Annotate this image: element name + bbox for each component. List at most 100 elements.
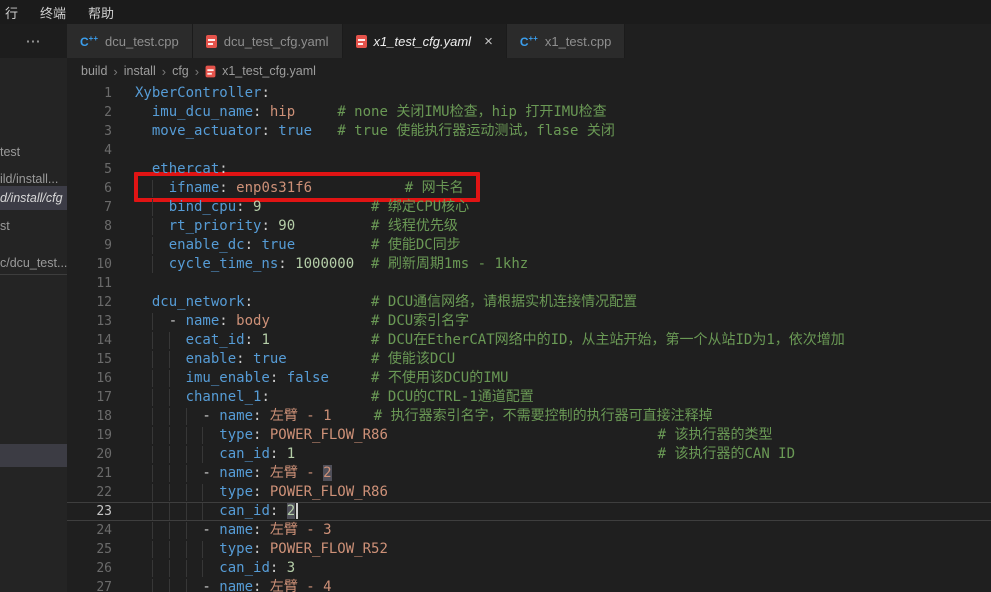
code-line-5[interactable]: 5 ethercat:: [67, 160, 991, 179]
code-text: - name: 左臂 - 1 # 执行器索引名字，不需要控制的执行器可直接注释掉: [127, 408, 713, 425]
indent-guide: [152, 218, 153, 235]
line-number: 16: [67, 370, 127, 387]
tab-dcu_test.cpp[interactable]: C++dcu_test.cpp: [67, 24, 193, 58]
indent-guide: [152, 560, 153, 577]
indent-guide: [152, 256, 153, 273]
side-panel-item[interactable]: st: [0, 218, 67, 234]
tab-x1_test_cfg.yaml[interactable]: x1_test_cfg.yaml×: [343, 24, 507, 58]
tab-dcu_test_cfg.yaml[interactable]: dcu_test_cfg.yaml: [193, 24, 343, 58]
side-panel-item[interactable]: ild/install...: [0, 171, 67, 187]
yaml-file-icon: [356, 35, 367, 48]
code-text: imu_dcu_name: hip # none 关闭IMU检查，hip 打开I…: [127, 104, 607, 121]
line-number: 12: [67, 294, 127, 311]
indent-guide: [169, 408, 170, 425]
menu-bar: 行 终端 帮助: [0, 0, 991, 24]
code-line-8[interactable]: 8 rt_priority: 90 # 线程优先级: [67, 217, 991, 236]
tab-overflow-button[interactable]: ⋯: [26, 32, 42, 50]
code-line-12[interactable]: 12 dcu_network: # DCU通信网络，请根据实机连接情况配置: [67, 293, 991, 312]
code-text: enable: true # 使能该DCU: [127, 351, 455, 368]
code-text: move_actuator: true # true 使能执行器运动测试，fla…: [127, 123, 615, 140]
code-line-19[interactable]: 19 type: POWER_FLOW_R86 # 该执行器的类型: [67, 426, 991, 445]
line-number: 10: [67, 256, 127, 273]
indent-guide: [186, 503, 187, 520]
tab-bar: C++dcu_test.cppdcu_test_cfg.yamlx1_test_…: [67, 24, 991, 58]
indent-guide: [152, 370, 153, 387]
menu-item-帮助[interactable]: 帮助: [88, 3, 114, 22]
code-editor[interactable]: 1XyberController:2 imu_dcu_name: hip # n…: [67, 84, 991, 592]
breadcrumb-item-file[interactable]: x1_test_cfg.yaml: [222, 64, 316, 78]
tab-label: dcu_test.cpp: [105, 34, 179, 49]
indent-guide: [186, 522, 187, 539]
code-line-13[interactable]: 13 - name: body # DCU索引名字: [67, 312, 991, 331]
side-panel-item[interactable]: test: [0, 144, 67, 160]
indent-guide: [169, 522, 170, 539]
line-number: 23: [67, 503, 127, 520]
code-line-7[interactable]: 7 bind_cpu: 9 # 绑定CPU核心: [67, 198, 991, 217]
line-number: 24: [67, 522, 127, 539]
code-line-9[interactable]: 9 enable_dc: true # 使能DC同步: [67, 236, 991, 255]
code-text: dcu_network: # DCU通信网络，请根据实机连接情况配置: [127, 294, 637, 311]
indent-guide: [202, 484, 203, 501]
code-line-18[interactable]: 18 - name: 左臂 - 1 # 执行器索引名字，不需要控制的执行器可直接…: [67, 407, 991, 426]
code-line-2[interactable]: 2 imu_dcu_name: hip # none 关闭IMU检查，hip 打…: [67, 103, 991, 122]
line-number: 22: [67, 484, 127, 501]
code-line-25[interactable]: 25 type: POWER_FLOW_R52: [67, 540, 991, 559]
indent-guide: [152, 237, 153, 254]
code-text: - name: 左臂 - 3: [127, 522, 332, 539]
indent-guide: [169, 446, 170, 463]
line-number: 7: [67, 199, 127, 216]
indent-guide: [186, 484, 187, 501]
indent-guide: [202, 560, 203, 577]
tab-close-icon[interactable]: ×: [484, 33, 493, 50]
line-number: 3: [67, 123, 127, 140]
editor-column: C++dcu_test.cppdcu_test_cfg.yamlx1_test_…: [67, 24, 991, 592]
line-number: 26: [67, 560, 127, 577]
indent-guide: [169, 560, 170, 577]
menu-item-行[interactable]: 行: [5, 3, 18, 22]
breadcrumb-separator: ›: [195, 64, 199, 79]
code-text: imu_enable: false # 不使用该DCU的IMU: [127, 370, 508, 387]
line-number: 25: [67, 541, 127, 558]
code-line-15[interactable]: 15 enable: true # 使能该DCU: [67, 350, 991, 369]
code-line-21[interactable]: 21 - name: 左臂 - 2: [67, 464, 991, 483]
indent-guide: [186, 541, 187, 558]
indent-guide: [152, 199, 153, 216]
code-line-24[interactable]: 24 - name: 左臂 - 3: [67, 521, 991, 540]
code-line-6[interactable]: 6 ifname: enp0s31f6 # 网卡名: [67, 179, 991, 198]
line-number: 5: [67, 161, 127, 178]
code-line-22[interactable]: 22 type: POWER_FLOW_R86: [67, 483, 991, 502]
code-line-4[interactable]: 4: [67, 141, 991, 160]
code-text: - name: body # DCU索引名字: [127, 313, 469, 330]
tab-label: x1_test.cpp: [545, 34, 612, 49]
code-line-3[interactable]: 3 move_actuator: true # true 使能执行器运动测试，f…: [67, 122, 991, 141]
yaml-file-icon: [206, 65, 216, 77]
breadcrumb-item-build[interactable]: build: [81, 64, 107, 78]
code-line-17[interactable]: 17 channel_1: # DCU的CTRL-1通道配置: [67, 388, 991, 407]
line-number: 19: [67, 427, 127, 444]
side-panel-item[interactable]: d/install/cfg: [0, 186, 67, 210]
indent-guide: [169, 427, 170, 444]
code-line-27[interactable]: 27 - name: 左臂 - 4: [67, 578, 991, 592]
code-line-10[interactable]: 10 cycle_time_ns: 1000000 # 刷新周期1ms - 1k…: [67, 255, 991, 274]
code-line-16[interactable]: 16 imu_enable: false # 不使用该DCU的IMU: [67, 369, 991, 388]
indent-guide: [169, 579, 170, 592]
indent-guide: [169, 503, 170, 520]
breadcrumb-item-cfg[interactable]: cfg: [172, 64, 189, 78]
indent-guide: [169, 484, 170, 501]
code-line-11[interactable]: 11: [67, 274, 991, 293]
menu-item-终端[interactable]: 终端: [40, 3, 66, 22]
text-cursor: [296, 503, 298, 519]
code-text: XyberController:: [127, 85, 270, 102]
code-line-14[interactable]: 14 ecat_id: 1 # DCU在EtherCAT网络中的ID，从主站开始…: [67, 331, 991, 350]
indent-guide: [152, 313, 153, 330]
breadcrumb-item-install[interactable]: install: [124, 64, 156, 78]
code-line-1[interactable]: 1XyberController:: [67, 84, 991, 103]
code-line-26[interactable]: 26 can_id: 3: [67, 559, 991, 578]
line-number: 2: [67, 104, 127, 121]
tab-x1_test.cpp[interactable]: C++x1_test.cpp: [507, 24, 626, 58]
code-line-20[interactable]: 20 can_id: 1 # 该执行器的CAN ID: [67, 445, 991, 464]
side-panel-item[interactable]: c/dcu_test...: [0, 255, 67, 271]
indent-guide: [152, 427, 153, 444]
indent-guide: [169, 541, 170, 558]
code-line-23[interactable]: 23 can_id: 2: [67, 502, 991, 521]
